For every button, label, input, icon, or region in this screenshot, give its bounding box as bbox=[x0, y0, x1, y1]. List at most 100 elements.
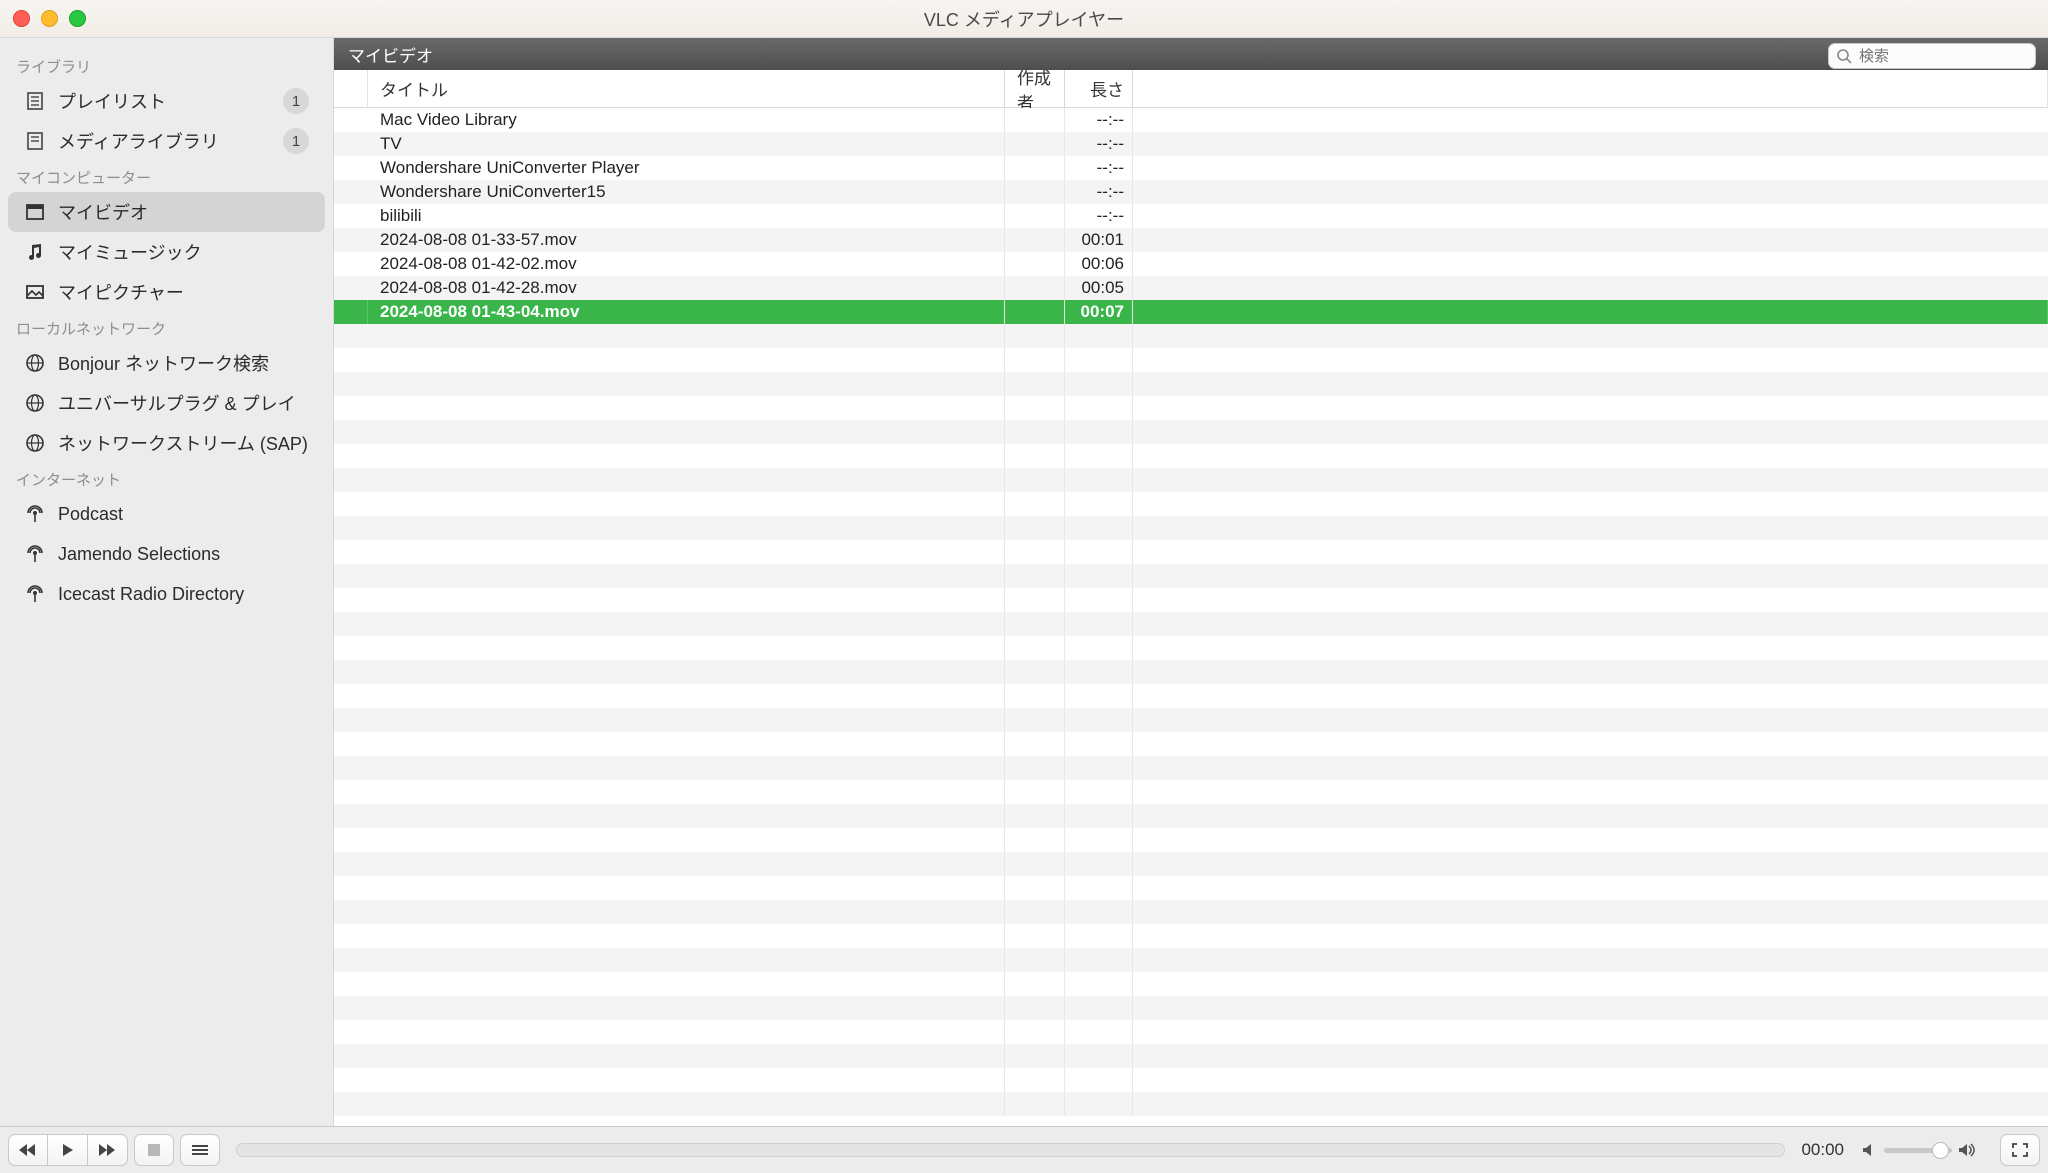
cell-gutter bbox=[334, 804, 368, 828]
cell-title: 2024-08-08 01-33-57.mov bbox=[368, 228, 1005, 252]
table-row-empty bbox=[334, 1068, 2048, 1092]
cell-author bbox=[1005, 132, 1065, 156]
cell-duration bbox=[1065, 348, 1133, 372]
seek-bar[interactable] bbox=[236, 1143, 1785, 1157]
table-row-empty bbox=[334, 348, 2048, 372]
cell-rest bbox=[1133, 924, 2048, 948]
sidebar-item-label: メディアライブラリ bbox=[58, 128, 283, 154]
play-button[interactable] bbox=[48, 1134, 88, 1166]
cell-gutter bbox=[334, 1044, 368, 1068]
table-row-empty bbox=[334, 828, 2048, 852]
sidebar-item[interactable]: プレイリスト1 bbox=[8, 81, 325, 121]
cell-title: bilibili bbox=[368, 204, 1005, 228]
col-rest[interactable] bbox=[1133, 70, 2048, 107]
cell-rest bbox=[1133, 780, 2048, 804]
rewind-button[interactable] bbox=[8, 1134, 48, 1166]
sidebar-item[interactable]: Bonjour ネットワーク検索 bbox=[8, 343, 325, 383]
cell-gutter bbox=[334, 996, 368, 1020]
volume-slider[interactable] bbox=[1884, 1148, 1952, 1153]
cell-title: Wondershare UniConverter Player bbox=[368, 156, 1005, 180]
breadcrumb: マイビデオ bbox=[334, 38, 2048, 70]
sidebar-item[interactable]: Icecast Radio Directory bbox=[8, 574, 325, 614]
table-row[interactable]: TV--:-- bbox=[334, 132, 2048, 156]
cell-title bbox=[368, 660, 1005, 684]
cell-duration bbox=[1065, 372, 1133, 396]
time-display[interactable]: 00:00 bbox=[1801, 1140, 1844, 1160]
col-gutter[interactable] bbox=[334, 70, 368, 107]
sidebar-item[interactable]: メディアライブラリ1 bbox=[8, 121, 325, 161]
sidebar-item[interactable]: Jamendo Selections bbox=[8, 534, 325, 574]
cell-author bbox=[1005, 804, 1065, 828]
cell-title bbox=[368, 396, 1005, 420]
table-body: Mac Video Library--:--TV--:--Wondershare… bbox=[334, 108, 2048, 1126]
cell-title bbox=[368, 1020, 1005, 1044]
sidebar: ライブラリプレイリスト1メディアライブラリ1マイコンピューターマイビデオマイミュ… bbox=[0, 38, 334, 1126]
cell-rest bbox=[1133, 1020, 2048, 1044]
playlist-toggle-button[interactable] bbox=[180, 1134, 220, 1166]
cell-title bbox=[368, 324, 1005, 348]
sidebar-item[interactable]: ネットワークストリーム (SAP) bbox=[8, 423, 325, 463]
cell-title bbox=[368, 588, 1005, 612]
col-author[interactable]: 作成者 bbox=[1005, 70, 1065, 107]
fullscreen-button[interactable] bbox=[2000, 1134, 2040, 1166]
sidebar-item[interactable]: ユニバーサルプラグ & プレイ bbox=[8, 383, 325, 423]
table-row[interactable]: 2024-08-08 01-42-02.mov00:06 bbox=[334, 252, 2048, 276]
cell-rest bbox=[1133, 636, 2048, 660]
cell-rest bbox=[1133, 180, 2048, 204]
cell-author bbox=[1005, 1044, 1065, 1068]
zoom-window-button[interactable] bbox=[69, 10, 86, 27]
minimize-window-button[interactable] bbox=[41, 10, 58, 27]
cell-gutter bbox=[334, 1092, 368, 1116]
col-duration[interactable]: 長さ bbox=[1065, 70, 1133, 107]
cell-title bbox=[368, 732, 1005, 756]
table-row[interactable]: 2024-08-08 01-33-57.mov00:01 bbox=[334, 228, 2048, 252]
cell-duration bbox=[1065, 1020, 1133, 1044]
cell-duration bbox=[1065, 828, 1133, 852]
cell-author bbox=[1005, 1068, 1065, 1092]
video-icon bbox=[24, 201, 46, 223]
cell-author bbox=[1005, 732, 1065, 756]
cell-gutter bbox=[334, 420, 368, 444]
table-row-empty bbox=[334, 732, 2048, 756]
cell-rest bbox=[1133, 420, 2048, 444]
forward-button[interactable] bbox=[88, 1134, 128, 1166]
cell-gutter bbox=[334, 612, 368, 636]
table-row-empty bbox=[334, 1020, 2048, 1044]
podcast-icon bbox=[24, 503, 46, 525]
table-row[interactable]: Mac Video Library--:-- bbox=[334, 108, 2048, 132]
cell-title: TV bbox=[368, 132, 1005, 156]
volume-min-icon[interactable] bbox=[1862, 1143, 1878, 1157]
volume-max-icon[interactable] bbox=[1958, 1143, 1978, 1157]
sidebar-item[interactable]: Podcast bbox=[8, 494, 325, 534]
sidebar-item[interactable]: マイビデオ bbox=[8, 192, 325, 232]
sidebar-item[interactable]: マイピクチャー bbox=[8, 272, 325, 312]
table-row-empty bbox=[334, 612, 2048, 636]
table-row[interactable]: 2024-08-08 01-43-04.mov00:07 bbox=[334, 300, 2048, 324]
table-row[interactable]: Wondershare UniConverter Player--:-- bbox=[334, 156, 2048, 180]
cell-duration bbox=[1065, 708, 1133, 732]
close-window-button[interactable] bbox=[13, 10, 30, 27]
cell-rest bbox=[1133, 132, 2048, 156]
search-input[interactable] bbox=[1828, 43, 2036, 69]
sidebar-item-label: Jamendo Selections bbox=[58, 544, 309, 565]
cell-gutter bbox=[334, 948, 368, 972]
cell-author bbox=[1005, 876, 1065, 900]
cell-title bbox=[368, 876, 1005, 900]
table-row[interactable]: Wondershare UniConverter15--:-- bbox=[334, 180, 2048, 204]
table-row-empty bbox=[334, 876, 2048, 900]
cell-rest bbox=[1133, 996, 2048, 1020]
cell-title bbox=[368, 636, 1005, 660]
volume-thumb[interactable] bbox=[1932, 1142, 1949, 1159]
cell-rest bbox=[1133, 372, 2048, 396]
stop-button[interactable] bbox=[134, 1134, 174, 1166]
cell-rest bbox=[1133, 684, 2048, 708]
search-container bbox=[1828, 43, 2036, 69]
cell-author bbox=[1005, 444, 1065, 468]
sidebar-item[interactable]: マイミュージック bbox=[8, 232, 325, 272]
col-title[interactable]: タイトル bbox=[368, 70, 1005, 107]
table-row[interactable]: 2024-08-08 01-42-28.mov00:05 bbox=[334, 276, 2048, 300]
cell-duration bbox=[1065, 516, 1133, 540]
cell-gutter bbox=[334, 156, 368, 180]
table-row[interactable]: bilibili--:-- bbox=[334, 204, 2048, 228]
cell-duration bbox=[1065, 900, 1133, 924]
